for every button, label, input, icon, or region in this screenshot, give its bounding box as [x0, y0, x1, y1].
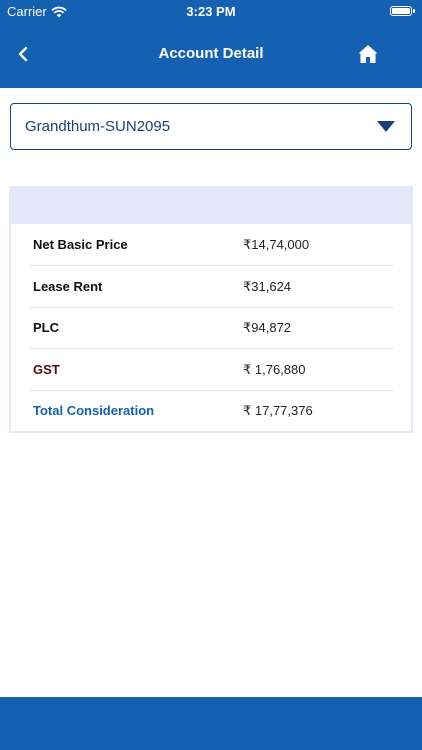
table-row: Lease Rent ₹31,624 — [29, 266, 393, 308]
row-label: PLC — [33, 320, 59, 335]
table-row: GST ₹ 1,76,880 — [29, 349, 393, 391]
row-value: ₹94,872 — [243, 320, 292, 335]
table-row: Net Basic Price ₹14,74,000 — [29, 224, 393, 266]
row-label: Total Consideration — [33, 403, 155, 418]
row-value: ₹ 1,76,880 — [243, 361, 306, 377]
row-label: GST — [33, 361, 60, 377]
property-select[interactable]: Grandthum-SUN2095 — [10, 103, 412, 150]
table-header-band — [11, 188, 411, 224]
table-row: PLC ₹94,872 — [29, 307, 393, 349]
table-row: Total Consideration ₹ 17,77,376 — [29, 390, 393, 431]
app-header: Carrier 3:23 PM Account Detail — [0, 0, 422, 88]
status-bar: Carrier 3:23 PM — [0, 0, 422, 22]
bottom-bar — [0, 697, 422, 750]
status-time: 3:23 PM — [186, 4, 236, 19]
home-icon — [358, 45, 378, 63]
home-button[interactable] — [356, 42, 380, 66]
row-value: ₹ 17,77,376 — [243, 403, 313, 418]
row-label: Lease Rent — [33, 278, 103, 294]
row-value: ₹14,74,000 — [243, 237, 310, 252]
battery-icon — [390, 6, 415, 16]
property-select-value: Grandthum-SUN2095 — [25, 118, 171, 135]
row-label: Net Basic Price — [33, 237, 128, 252]
account-summary-table: Net Basic Price ₹14,74,000 Lease Rent ₹31,6… — [9, 186, 413, 433]
row-value: ₹31,624 — [243, 278, 292, 294]
caret-down-icon — [377, 121, 395, 132]
